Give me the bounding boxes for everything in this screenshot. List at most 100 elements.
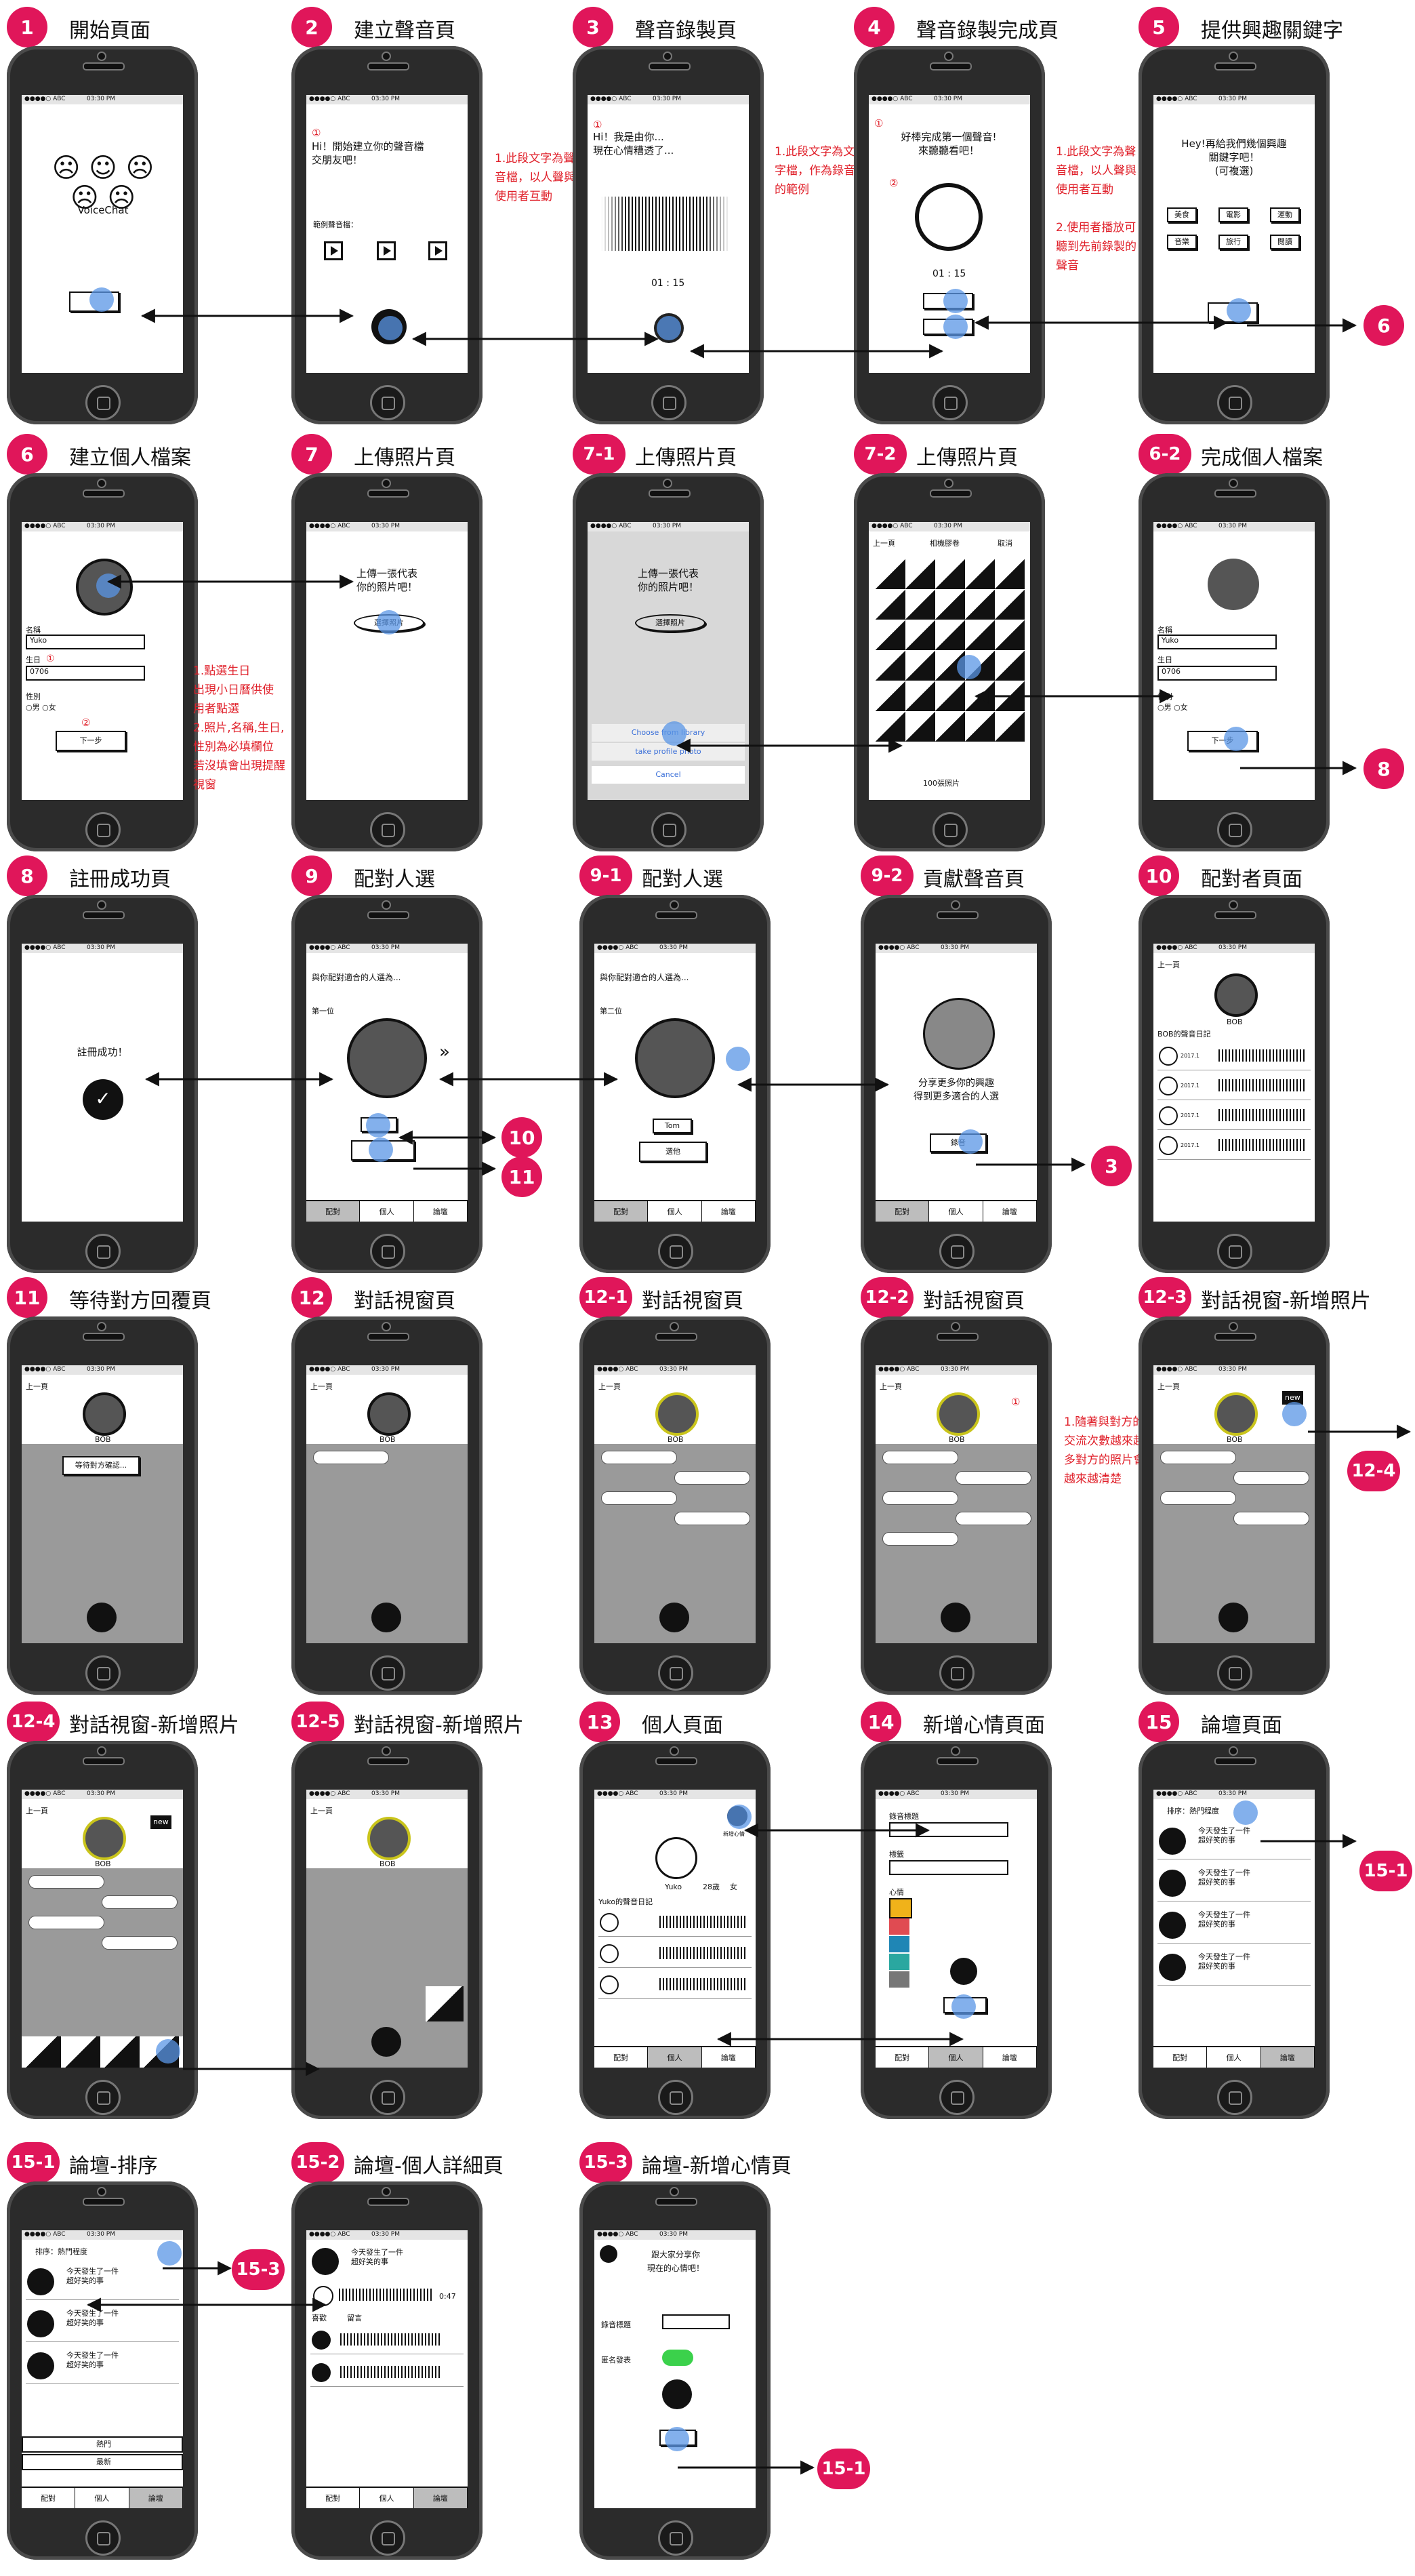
voice-message[interactable] xyxy=(674,1471,750,1485)
forum-post[interactable]: 今天發生了一件 超好笑的事 xyxy=(26,2305,179,2342)
tab-forum[interactable]: 論壇 xyxy=(983,1201,1037,1222)
home-button[interactable] xyxy=(939,2080,975,2115)
mic-button[interactable] xyxy=(371,2027,401,2057)
gender-options[interactable]: ○男 ○女 xyxy=(1157,701,1188,715)
mic-button[interactable] xyxy=(1218,1603,1248,1632)
play-icon[interactable] xyxy=(600,1913,619,1932)
mic-button[interactable] xyxy=(371,1603,401,1632)
title-field[interactable] xyxy=(662,2314,730,2329)
diary-row[interactable] xyxy=(598,1909,752,1937)
gender-options[interactable]: ○男 ○女 xyxy=(26,701,56,715)
home-button[interactable] xyxy=(1217,1234,1252,1269)
play-icon[interactable] xyxy=(1159,1136,1178,1155)
home-button[interactable] xyxy=(1217,385,1252,420)
home-button[interactable] xyxy=(370,1234,405,1269)
next-button[interactable]: 下一步 xyxy=(56,731,126,751)
tab-match[interactable]: 配對 xyxy=(594,1201,649,1222)
birthday-field[interactable]: 0706 xyxy=(26,666,145,681)
home-button[interactable] xyxy=(932,812,968,847)
back-link[interactable]: 上一頁 xyxy=(26,1805,48,1818)
voice-message[interactable] xyxy=(28,1875,104,1889)
home-button[interactable] xyxy=(85,1234,121,1269)
diary-row[interactable]: 2017.1 xyxy=(1157,1043,1311,1070)
sheet-take-photo[interactable]: take profile photo xyxy=(592,743,745,761)
diary-row[interactable]: 2017.1 xyxy=(1157,1072,1311,1100)
tab-match[interactable]: 配對 xyxy=(876,2047,930,2068)
home-button[interactable] xyxy=(1217,2080,1252,2115)
sheet-cancel[interactable]: Cancel xyxy=(592,766,745,784)
home-button[interactable] xyxy=(658,2080,693,2115)
choose-button[interactable]: 選他 xyxy=(639,1142,707,1162)
match-photo[interactable] xyxy=(635,1018,715,1098)
voice-message[interactable] xyxy=(1233,1512,1309,1525)
play-icon[interactable] xyxy=(1159,1076,1178,1095)
voice-message[interactable] xyxy=(956,1471,1031,1485)
comment-button[interactable]: 留言 xyxy=(347,2312,362,2325)
back-link[interactable]: 上一頁 xyxy=(1157,1380,1180,1394)
back-link[interactable]: 上一頁 xyxy=(26,1380,48,1394)
forum-post[interactable]: 今天發生了一件 超好笑的事 xyxy=(1157,1948,1311,1986)
play-icon[interactable] xyxy=(428,241,447,260)
tab-match[interactable]: 配對 xyxy=(1153,2047,1208,2068)
mic-button[interactable] xyxy=(950,1958,977,1985)
tag-button[interactable]: 美食 xyxy=(1167,207,1197,222)
sort-option-popular[interactable]: 熱門 xyxy=(22,2436,183,2453)
mood-swatch-blue[interactable] xyxy=(889,1936,909,1952)
tag-button[interactable]: 音樂 xyxy=(1167,235,1197,249)
voice-message[interactable] xyxy=(956,1512,1031,1525)
tag-button[interactable]: 旅行 xyxy=(1218,235,1248,249)
mood-swatch-grey[interactable] xyxy=(889,1971,909,1988)
diary-row[interactable]: 2017.1 xyxy=(1157,1102,1311,1130)
tag-button[interactable]: 運動 xyxy=(1270,207,1300,222)
home-button[interactable] xyxy=(85,812,121,847)
name-field[interactable]: Yuko xyxy=(1157,635,1277,649)
forum-post[interactable]: 今天發生了一件 超好笑的事 xyxy=(1157,1864,1311,1901)
play-icon[interactable] xyxy=(600,1975,619,1994)
name-field[interactable]: Yuko xyxy=(26,635,145,649)
tab-forum[interactable]: 論壇 xyxy=(413,1201,468,1222)
close-icon[interactable] xyxy=(600,2245,617,2263)
tab-profile[interactable]: 個人 xyxy=(929,2047,983,2068)
tab-profile[interactable]: 個人 xyxy=(929,1201,983,1222)
comment-row[interactable] xyxy=(310,2327,464,2354)
tab-match[interactable]: 配對 xyxy=(594,2047,649,2068)
tab-match[interactable]: 配對 xyxy=(876,1201,930,1222)
play-icon[interactable] xyxy=(313,2286,333,2306)
home-button[interactable] xyxy=(939,1234,975,1269)
voice-message[interactable] xyxy=(601,1491,677,1505)
tag-button[interactable]: 閱讀 xyxy=(1270,235,1300,249)
back-link[interactable]: 上一頁 xyxy=(873,537,895,550)
home-button[interactable] xyxy=(370,1655,405,1691)
tab-forum[interactable]: 論壇 xyxy=(129,2488,183,2508)
sort-selector[interactable]: 排序：熱門程度 xyxy=(35,2245,87,2259)
comment-row[interactable] xyxy=(310,2359,464,2387)
tab-profile[interactable]: 個人 xyxy=(360,1201,414,1222)
back-link[interactable]: 上一頁 xyxy=(310,1380,333,1394)
play-icon[interactable] xyxy=(324,241,343,260)
tab-profile[interactable]: 個人 xyxy=(648,1201,702,1222)
next-match-icon[interactable]: » xyxy=(439,1043,450,1061)
tab-forum[interactable]: 論壇 xyxy=(701,2047,756,2068)
tab-forum[interactable]: 論壇 xyxy=(413,2488,468,2508)
match-photo[interactable] xyxy=(347,1018,427,1098)
tab-forum[interactable]: 論壇 xyxy=(701,1201,756,1222)
forum-post[interactable]: 今天發生了一件 超好笑的事 xyxy=(26,2263,179,2300)
tab-profile[interactable]: 個人 xyxy=(75,2488,129,2508)
home-button[interactable] xyxy=(1217,1655,1252,1691)
play-icon[interactable] xyxy=(1159,1106,1178,1125)
forum-post[interactable]: 今天發生了一件 超好笑的事 xyxy=(26,2347,179,2384)
forum-post[interactable]: 今天發生了一件 超好笑的事 xyxy=(1157,1906,1311,1944)
home-button[interactable] xyxy=(85,385,121,420)
mic-button[interactable] xyxy=(662,2379,692,2409)
mood-swatch-yellow[interactable] xyxy=(889,1898,912,1918)
play-icon[interactable] xyxy=(1159,1047,1178,1066)
sort-selector[interactable]: 排序：熱門程度 xyxy=(1167,1805,1219,1818)
home-button[interactable] xyxy=(85,1655,121,1691)
diary-row[interactable] xyxy=(598,1971,752,1999)
home-button[interactable] xyxy=(85,2080,121,2115)
choose-photo-button[interactable]: 選擇照片 xyxy=(635,614,705,632)
tag-button[interactable]: 電影 xyxy=(1218,207,1248,222)
home-button[interactable] xyxy=(939,1655,975,1691)
forum-post[interactable]: 今天發生了一件 超好笑的事 xyxy=(1157,1822,1311,1859)
home-button[interactable] xyxy=(932,385,968,420)
